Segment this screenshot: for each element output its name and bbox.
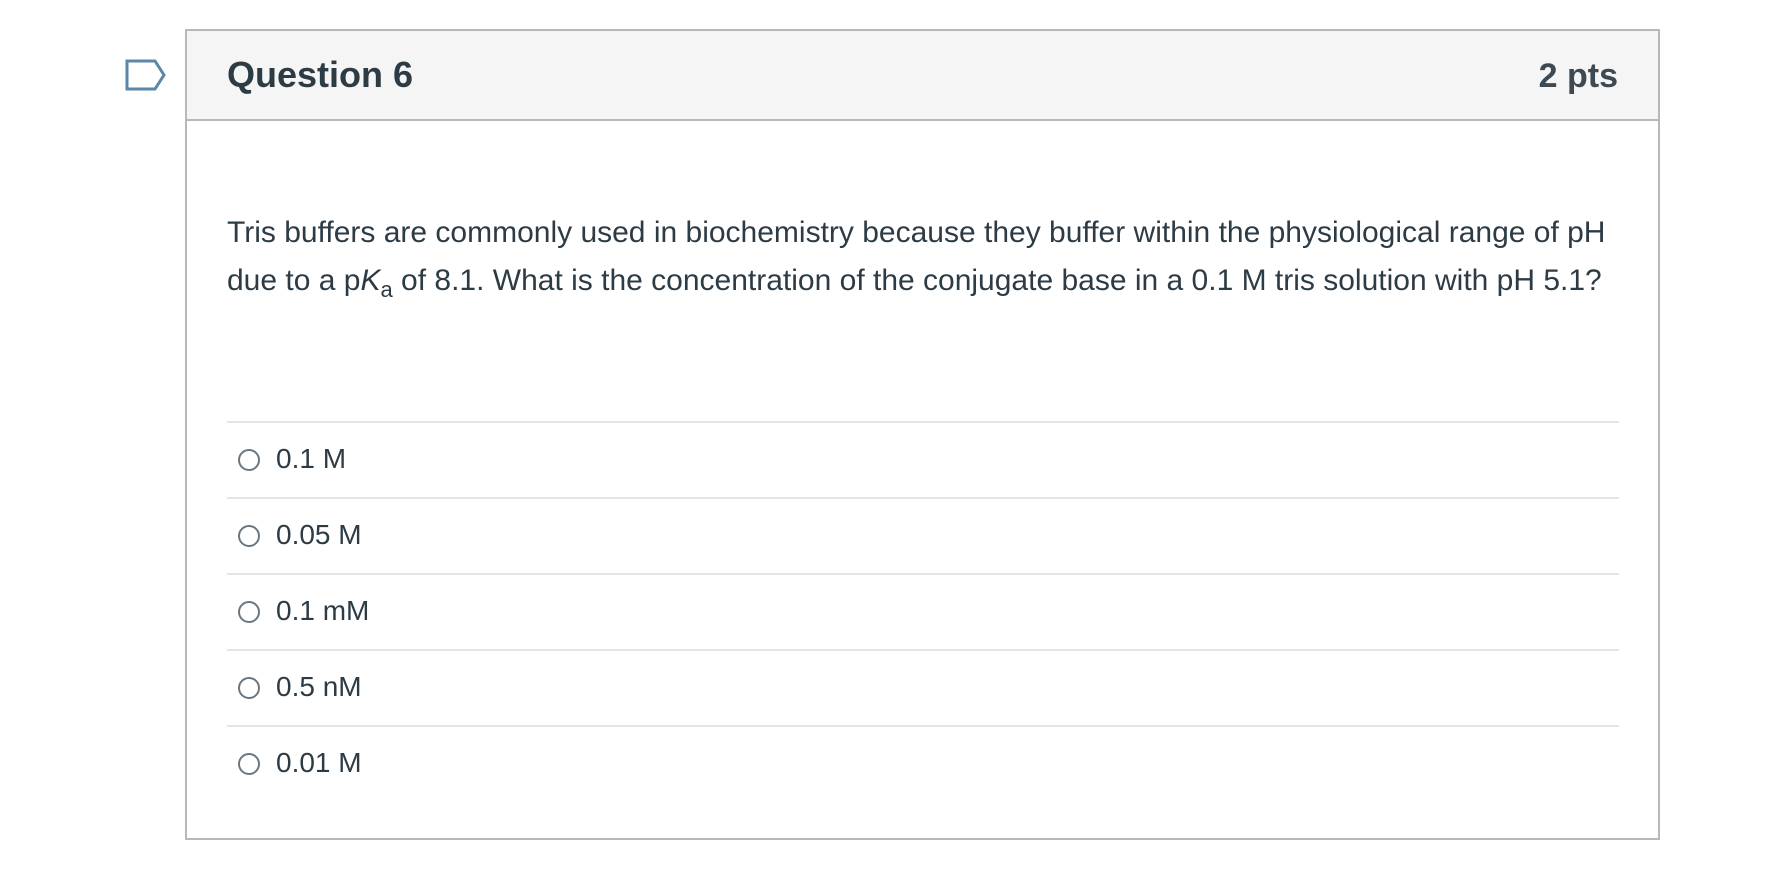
answer-option[interactable]: 0.5 nM: [227, 649, 1619, 725]
answer-label[interactable]: 0.1 M: [276, 442, 346, 476]
answer-label[interactable]: 0.1 mM: [276, 594, 369, 628]
answer-label[interactable]: 0.01 M: [276, 746, 362, 780]
answer-option[interactable]: 0.1 M: [227, 421, 1619, 497]
question-header: Question 6 2 pts: [187, 31, 1658, 121]
answer-option[interactable]: 0.1 mM: [227, 573, 1619, 649]
answer-option[interactable]: 0.01 M: [227, 725, 1619, 801]
question-text: Tris buffers are commonly used in bioche…: [227, 209, 1627, 305]
radio-unchecked-icon[interactable]: [238, 753, 260, 775]
bookmark-flag-icon[interactable]: [125, 59, 167, 91]
question-text-italic: K: [360, 264, 381, 297]
radio-unchecked-icon[interactable]: [238, 525, 260, 547]
radio-unchecked-icon[interactable]: [238, 677, 260, 699]
radio-unchecked-icon[interactable]: [238, 601, 260, 623]
answer-label[interactable]: 0.5 nM: [276, 670, 362, 704]
question-text-part: of 8.1. What is the concentration of the…: [392, 264, 1602, 297]
question-card: Question 6 2 pts Tris buffers are common…: [185, 29, 1660, 840]
question-text-subscript: a: [380, 277, 393, 302]
question-title: Question 6: [227, 54, 414, 95]
answer-label[interactable]: 0.05 M: [276, 518, 362, 552]
answer-option[interactable]: 0.05 M: [227, 497, 1619, 573]
question-points: 2 pts: [1538, 57, 1618, 95]
answer-list: 0.1 M 0.05 M 0.1 mM 0.5 nM 0.01 M: [227, 421, 1619, 801]
radio-unchecked-icon[interactable]: [238, 449, 260, 471]
